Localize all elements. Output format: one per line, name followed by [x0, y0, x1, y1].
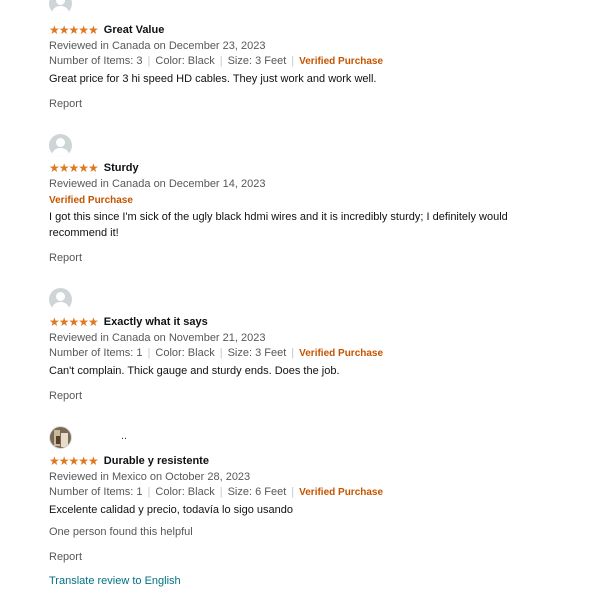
review-date: Reviewed in Canada on December 14, 2023 — [49, 178, 266, 190]
report-link[interactable]: Report — [49, 551, 82, 564]
review-title[interactable]: Exactly what it says — [104, 316, 208, 328]
review-body: Great price for 3 hi speed HD cables. Th… — [49, 73, 377, 85]
report-link[interactable]: Report — [49, 252, 82, 265]
report-link[interactable]: Report — [49, 390, 82, 403]
review-variant-info: Number of Items: 1 | Color: Black | Size: 3 … — [49, 347, 384, 359]
report-link[interactable]: Report — [49, 98, 82, 111]
color-variant: Color: Black — [155, 347, 215, 359]
review-rating-title: ★★★★★ Exactly what it says — [49, 316, 208, 329]
star-rating-icon[interactable]: ★★★★★ — [49, 316, 99, 329]
color-variant: Color: Black — [155, 55, 215, 67]
reviewer-avatar[interactable] — [49, 288, 72, 311]
number-of-items: Number of Items: 1 — [49, 347, 143, 359]
reviewer-avatar[interactable] — [49, 134, 72, 157]
verified-purchase-badge: Verified Purchase — [49, 195, 133, 206]
review-rating-title: ★★★★★ Durable y resistente — [49, 455, 209, 468]
helpful-count: One person found this helpful — [49, 526, 193, 538]
review-title[interactable]: Durable y resistente — [104, 455, 209, 467]
review-body: Can't complain. Thick gauge and sturdy e… — [49, 365, 340, 377]
review-title[interactable]: Sturdy — [104, 162, 139, 174]
review-body: Excelente calidad y precio, todavía lo s… — [49, 504, 293, 516]
reviewer-avatar[interactable] — [49, 426, 72, 449]
verified-purchase-badge: Verified Purchase — [299, 56, 384, 67]
star-rating-icon[interactable]: ★★★★★ — [49, 24, 99, 37]
star-rating-icon[interactable]: ★★★★★ — [49, 162, 99, 175]
review-title[interactable]: Great Value — [104, 24, 165, 36]
reviewer-name[interactable]: .. — [121, 430, 127, 442]
review-rating-title: ★★★★★ Sturdy — [49, 162, 139, 175]
number-of-items: Number of Items: 3 — [49, 55, 143, 67]
reviewer-avatar[interactable] — [49, 0, 72, 15]
star-rating-icon[interactable]: ★★★★★ — [49, 455, 99, 468]
verified-purchase-badge: Verified Purchase — [299, 348, 384, 359]
review-date: Reviewed in Mexico on October 28, 2023 — [49, 471, 251, 483]
review-rating-title: ★★★★★ Great Value — [49, 24, 164, 37]
size-variant: Size: 3 Feet — [227, 347, 287, 359]
review-variant-info: Number of Items: 3 | Color: Black | Size: 3 … — [49, 55, 384, 67]
color-variant: Color: Black — [155, 486, 215, 498]
review-date: Reviewed in Canada on November 21, 2023 — [49, 332, 266, 344]
review-body: I got this since I'm sick of the ugly bl… — [49, 211, 508, 239]
size-variant: Size: 3 Feet — [227, 55, 287, 67]
review-variant-info: Number of Items: 1 | Color: Black | Size: 6 … — [49, 486, 384, 498]
translate-review-link[interactable]: Translate review to English — [49, 575, 181, 588]
verified-purchase-badge: Verified Purchase — [299, 487, 384, 498]
review-date: Reviewed in Canada on December 23, 2023 — [49, 40, 266, 52]
number-of-items: Number of Items: 1 — [49, 486, 143, 498]
size-variant: Size: 6 Feet — [227, 486, 287, 498]
